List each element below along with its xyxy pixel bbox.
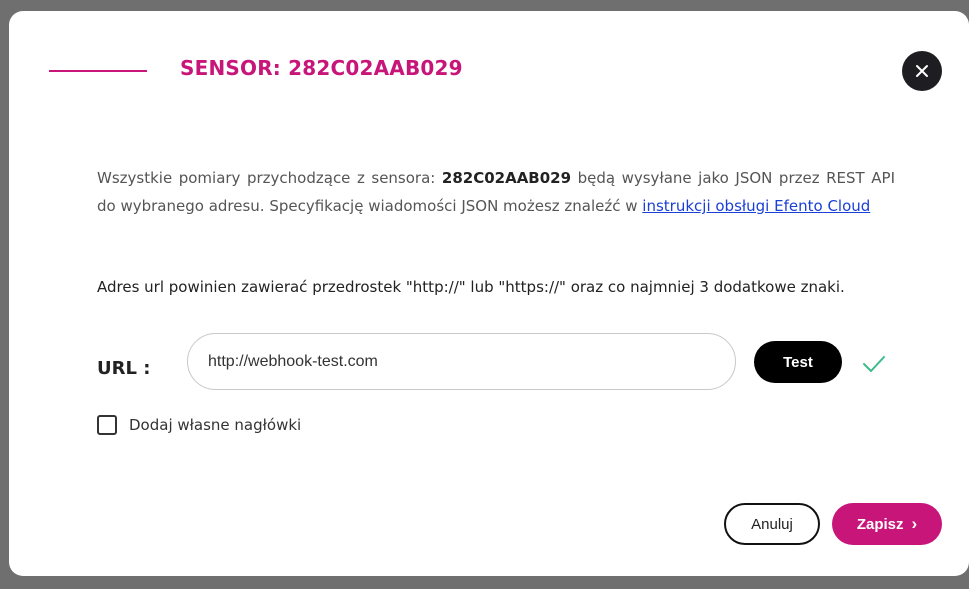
cancel-button[interactable]: Anuluj: [724, 503, 820, 545]
close-icon: [916, 65, 928, 77]
close-button[interactable]: [902, 51, 942, 91]
custom-headers-checkbox[interactable]: [97, 415, 117, 435]
url-requirement-note: Adres url powinien zawierać przedrostek …: [97, 278, 845, 296]
description-text: Wszystkie pomiary przychodzące z sensora…: [97, 169, 895, 215]
url-input[interactable]: [187, 333, 736, 390]
backdrop-top: [0, 0, 969, 11]
backdrop-bottom: [0, 576, 969, 589]
save-button-label: Zapisz: [856, 515, 904, 533]
save-button[interactable]: Zapisz ›: [832, 503, 942, 545]
url-label: URL :: [97, 358, 151, 379]
dialog-title: SENSOR: 282C02AAB029: [180, 56, 463, 80]
title-decoration-line: [49, 70, 147, 72]
check-icon: [863, 356, 885, 372]
test-button[interactable]: Test: [754, 341, 842, 383]
custom-headers-label: Dodaj własne nagłówki: [129, 416, 302, 434]
sensor-dialog: SENSOR: 282C02AAB029 Wszystkie pomiary p…: [9, 11, 969, 576]
sensor-id: 282C02AAB029: [441, 169, 572, 187]
custom-headers-toggle[interactable]: Dodaj własne nagłówki: [97, 415, 301, 435]
chevron-right-icon: ›: [911, 514, 918, 533]
manual-link[interactable]: instrukcji obsługi Efento Cloud: [642, 197, 870, 215]
